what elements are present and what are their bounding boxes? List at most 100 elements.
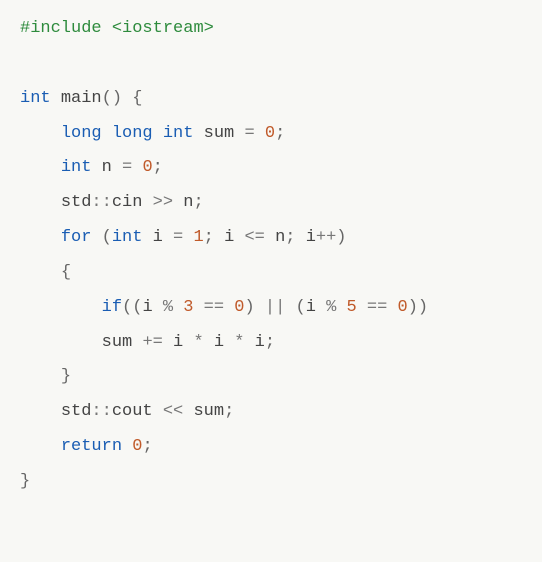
code-token <box>183 228 193 247</box>
code-token <box>153 402 163 421</box>
code-token: ; <box>224 402 234 421</box>
code-token: sum <box>193 402 224 421</box>
code-token: cin <box>112 193 143 212</box>
code-token: #include <box>20 19 112 38</box>
code-token <box>142 228 152 247</box>
code-token: ; <box>204 228 214 247</box>
code-token: ; <box>285 228 295 247</box>
code-token: 0 <box>132 437 142 456</box>
code-token <box>265 228 275 247</box>
code-token: n <box>183 193 193 212</box>
code-line: sum += i * i * i; <box>20 326 522 361</box>
code-token <box>91 158 101 177</box>
code-token <box>336 298 346 317</box>
code-token: n <box>102 158 112 177</box>
code-token: int <box>20 89 51 108</box>
code-token <box>122 437 132 456</box>
code-token: += <box>142 333 162 352</box>
code-token: int <box>112 228 143 247</box>
code-token <box>51 89 61 108</box>
code-line <box>20 47 522 82</box>
code-token: ; <box>153 158 163 177</box>
code-token: 5 <box>347 298 357 317</box>
code-token: * <box>193 333 203 352</box>
code-line: std::cin >> n; <box>20 186 522 221</box>
code-block: #include <iostream> int main() { long lo… <box>0 0 542 512</box>
code-token: i <box>255 333 265 352</box>
code-token: = <box>173 228 183 247</box>
code-token: 0 <box>265 124 275 143</box>
code-token: ; <box>193 193 203 212</box>
code-line: } <box>20 360 522 395</box>
code-token <box>193 124 203 143</box>
code-token <box>234 124 244 143</box>
code-token: >> <box>153 193 173 212</box>
code-line: std::cout << sum; <box>20 395 522 430</box>
code-token <box>387 298 397 317</box>
code-token: == <box>367 298 387 317</box>
code-token: n <box>275 228 285 247</box>
code-line: for (int i = 1; i <= n; i++) <box>20 221 522 256</box>
code-token <box>183 333 193 352</box>
code-token <box>132 333 142 352</box>
code-token: 0 <box>234 298 244 317</box>
code-token <box>173 298 183 317</box>
code-token: == <box>204 298 224 317</box>
code-token: 0 <box>398 298 408 317</box>
code-token: i <box>173 333 183 352</box>
code-token: } <box>61 367 71 386</box>
code-token: )) <box>408 298 428 317</box>
code-token <box>285 298 295 317</box>
code-token: ; <box>142 437 152 456</box>
code-token: i <box>224 228 234 247</box>
code-token <box>255 298 265 317</box>
code-token <box>214 228 224 247</box>
code-token: 3 <box>183 298 193 317</box>
code-token: <iostream> <box>112 19 214 38</box>
code-token: { <box>132 89 142 108</box>
code-token <box>193 298 203 317</box>
code-token: i <box>306 228 316 247</box>
code-line: return 0; <box>20 430 522 465</box>
code-token: cout <box>112 402 153 421</box>
code-token: <= <box>244 228 264 247</box>
code-token <box>112 158 122 177</box>
code-token <box>244 333 254 352</box>
code-token <box>183 402 193 421</box>
code-token <box>234 228 244 247</box>
code-token <box>153 298 163 317</box>
code-token: (( <box>122 298 142 317</box>
code-line: if((i % 3 == 0) || (i % 5 == 0)) <box>20 291 522 326</box>
code-token: if <box>102 298 122 317</box>
code-token: i <box>306 298 316 317</box>
code-token <box>224 333 234 352</box>
code-token: i <box>153 228 163 247</box>
code-token: ( <box>295 298 305 317</box>
code-token <box>122 89 132 108</box>
code-token: } <box>20 472 30 491</box>
code-token: sum <box>102 333 133 352</box>
code-line: long long int sum = 0; <box>20 117 522 152</box>
code-token: % <box>163 298 173 317</box>
code-token <box>132 158 142 177</box>
code-token: int <box>61 158 92 177</box>
code-token: % <box>326 298 336 317</box>
code-line: } <box>20 465 522 500</box>
code-token <box>163 228 173 247</box>
code-token: return <box>61 437 122 456</box>
code-token <box>255 124 265 143</box>
code-token <box>316 298 326 317</box>
code-token <box>142 193 152 212</box>
code-line: int n = 0; <box>20 151 522 186</box>
code-token: i <box>142 298 152 317</box>
code-token: :: <box>91 193 111 212</box>
code-token <box>357 298 367 317</box>
code-token: i <box>214 333 224 352</box>
code-line: int main() { <box>20 82 522 117</box>
code-token <box>163 333 173 352</box>
code-token: ) <box>336 228 346 247</box>
code-token <box>173 193 183 212</box>
code-line: { <box>20 256 522 291</box>
code-token: std <box>61 402 92 421</box>
code-token: std <box>61 193 92 212</box>
